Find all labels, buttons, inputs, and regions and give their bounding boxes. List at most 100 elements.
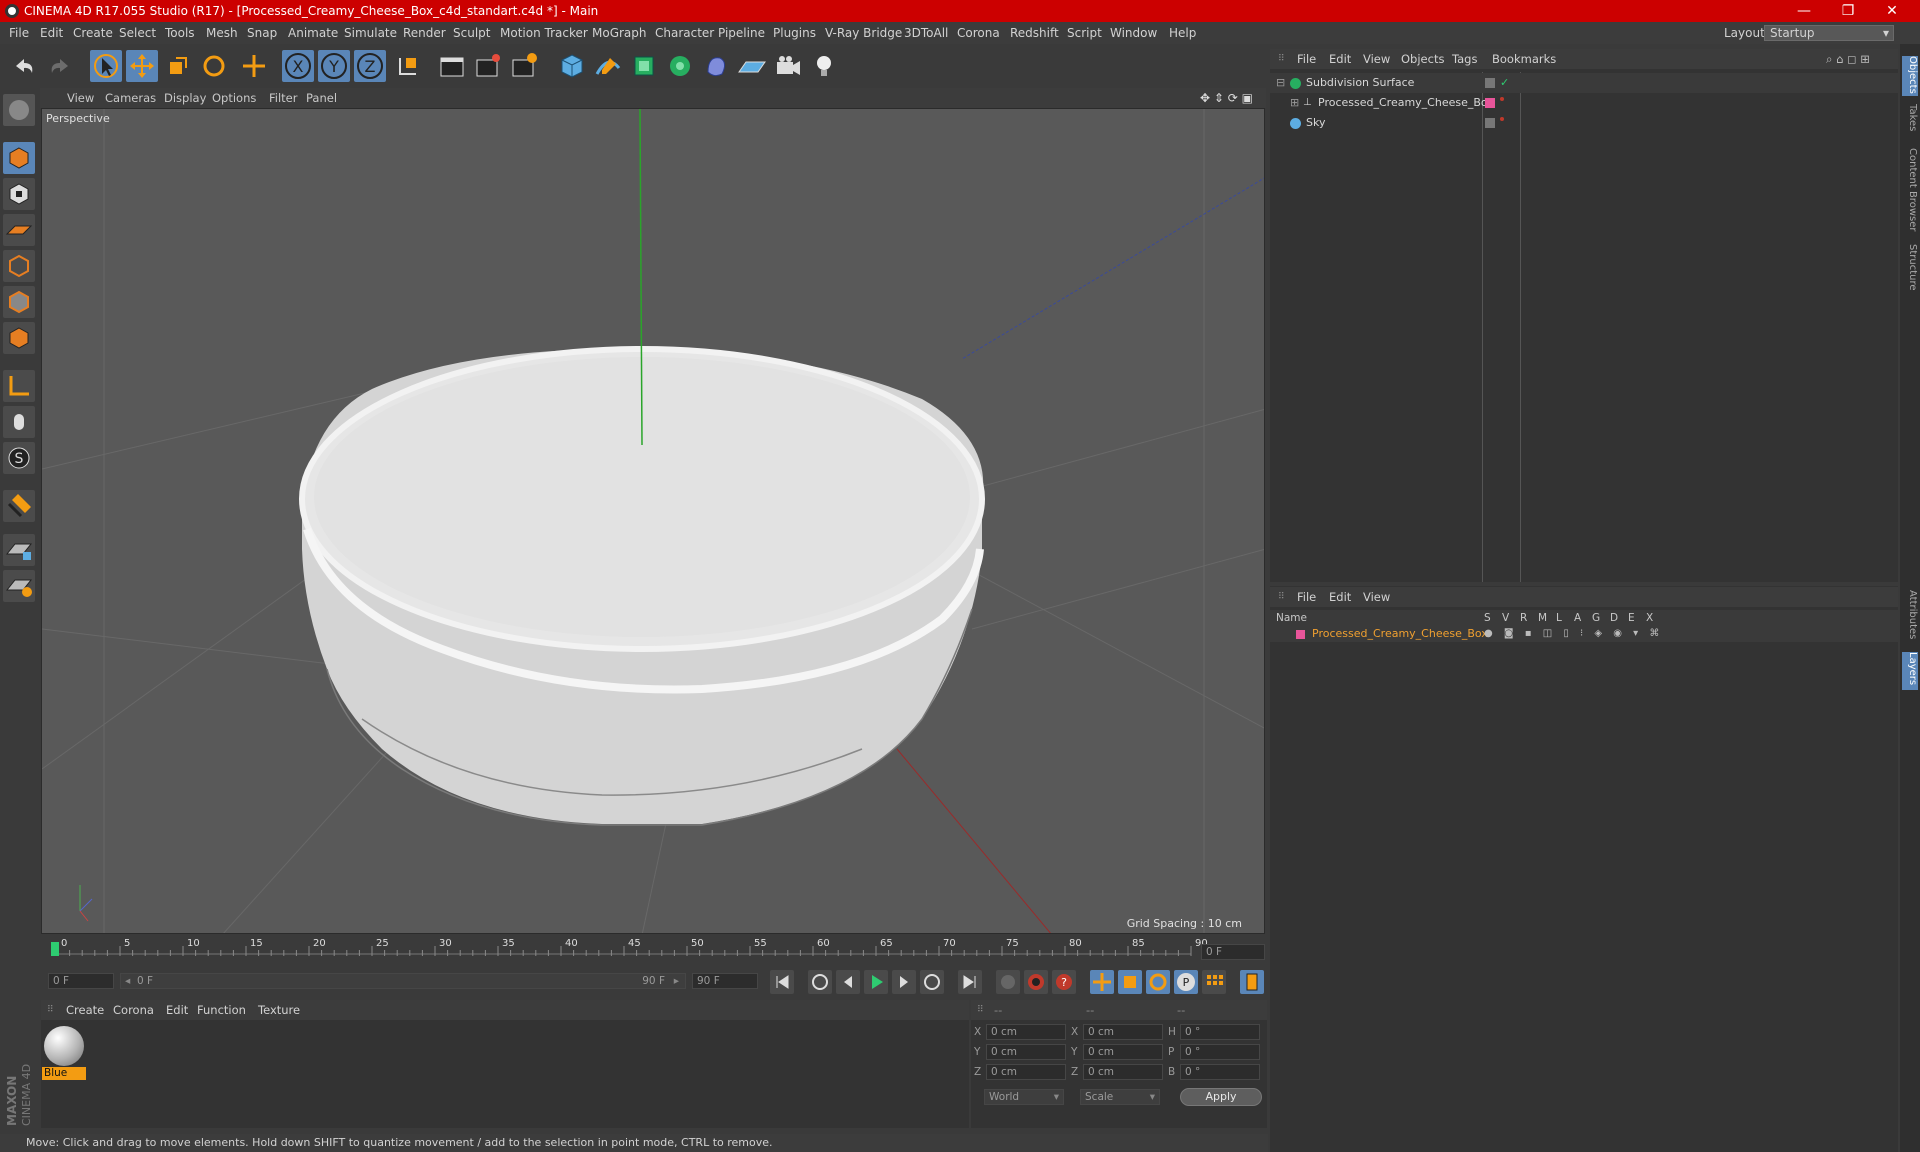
goto-start-button[interactable] [770,970,794,994]
texture-mode-button[interactable] [3,178,35,210]
coordinate-system-button[interactable] [392,50,424,82]
magnet-tool-button[interactable] [3,490,35,522]
play-button[interactable] [864,970,888,994]
menu-help[interactable]: Help [1169,22,1196,44]
viewport-menu-options[interactable]: Options [212,88,256,108]
snap-mode-button[interactable]: S [3,442,35,474]
menu-tools[interactable]: Tools [165,22,195,44]
scale-tool-button[interactable] [162,50,194,82]
col-deformers[interactable]: D [1610,610,1618,626]
editor-visibility-icon[interactable] [1485,78,1495,88]
coord-size-mode-select[interactable]: Scale ▾ [1080,1089,1160,1105]
menu-window[interactable]: Window [1110,22,1157,44]
record-keys-disabled-button[interactable] [996,970,1020,994]
move-tool-button[interactable] [126,50,158,82]
layout-select[interactable]: Startup ▾ [1764,25,1894,41]
layer-color-swatch[interactable] [1296,630,1305,639]
materials-menu-texture[interactable]: Texture [258,1000,300,1020]
layer-toggle-icons[interactable]: ● ◙ ▪ ◫ ▯ ⁝ ◈ ◉ ▾ ⌘ [1484,626,1663,642]
menu-motion-tracker[interactable]: Motion Tracker [500,22,588,44]
viewport-menu-filter[interactable]: Filter [269,88,297,108]
points-mode-button[interactable] [3,250,35,282]
materials-menu-edit[interactable]: Edit [166,1000,188,1020]
col-animation[interactable]: A [1574,610,1581,626]
layers-menu-file[interactable]: File [1297,587,1316,607]
redo-button[interactable] [44,50,76,82]
menu-3dtoall[interactable]: 3DToAll [904,22,948,44]
object-row-cheese-box[interactable]: ⊞ ⊥ Processed_Creamy_Cheese_Box [1270,93,1898,113]
viewport-menu-display[interactable]: Display [164,88,206,108]
materials-menu-create[interactable]: Create [66,1000,104,1020]
cube-primitive-button[interactable] [556,50,588,82]
tab-objects[interactable]: Objects [1902,56,1918,96]
end-frame-field[interactable]: 90 F [692,973,758,989]
menu-render[interactable]: Render [403,22,446,44]
editor-visibility-icon[interactable] [1485,118,1495,128]
tab-layers[interactable]: Layers [1902,652,1918,690]
minimize-button[interactable]: — [1782,0,1826,22]
render-picture-viewer-button[interactable] [472,50,504,82]
render-dot-icon[interactable] [1500,97,1504,101]
render-view-button[interactable] [436,50,468,82]
coord-mode-select[interactable]: World ▾ [984,1089,1064,1105]
render-dot-icon[interactable] [1500,117,1504,121]
next-key-button[interactable] [920,970,944,994]
mograph-cloner-button[interactable] [664,50,696,82]
key-position-button[interactable] [1090,970,1114,994]
viewport-menu-panel[interactable]: Panel [306,88,337,108]
transform-tool-button[interactable] [238,50,270,82]
menu-file[interactable]: File [9,22,29,44]
col-xref[interactable]: X [1646,610,1653,626]
select-tool-button[interactable] [90,50,122,82]
object-mode-button[interactable] [3,142,35,174]
materials-menu-corona[interactable]: Corona [113,1000,154,1020]
render-settings-button[interactable] [508,50,540,82]
tweak-mode-button[interactable] [3,406,35,438]
material-swatch[interactable]: Blue [42,1024,86,1080]
coord-rotation-field[interactable]: 0 ° [1180,1064,1260,1080]
workplane-mode-button[interactable] [3,214,35,246]
spline-pen-button[interactable] [592,50,624,82]
menu-animate[interactable]: Animate [288,22,338,44]
col-name[interactable]: Name [1276,610,1307,626]
col-manager[interactable]: M [1538,610,1547,626]
objects-menu-tags[interactable]: Tags [1452,49,1477,69]
viewport-nav-icons[interactable]: ✥ ⇕ ⟳ ▣ [1200,88,1253,108]
objects-menu-bookmarks[interactable]: Bookmarks [1492,49,1556,69]
materials-menu-function[interactable]: Function [197,1000,246,1020]
enabled-check-icon[interactable]: ✓ [1500,73,1509,93]
deformer-button[interactable] [700,50,732,82]
tab-content-browser[interactable]: Content Browser [1902,148,1918,231]
apply-button[interactable]: Apply [1180,1088,1262,1106]
timeline-ruler[interactable]: 051015202530354045505560657075808590 0 F [41,938,1267,964]
playhead[interactable] [51,942,59,956]
start-frame-field[interactable]: 0 F [48,973,114,989]
current-frame-field[interactable]: 0 F [1201,944,1265,960]
next-frame-button[interactable] [892,970,916,994]
tree-collapse-icon[interactable]: ⊟ [1276,73,1285,93]
menu-snap[interactable]: Snap [247,22,277,44]
menu-sculpt[interactable]: Sculpt [453,22,490,44]
key-pla-button[interactable] [1202,970,1226,994]
objects-menu-objects[interactable]: Objects [1401,49,1444,69]
object-row-subdivision-surface[interactable]: ⊟ Subdivision Surface ✓ [1270,73,1898,93]
objects-menu-file[interactable]: File [1297,49,1316,69]
coord-size-field[interactable]: 0 cm [1083,1024,1163,1040]
record-active-objects-button[interactable] [1024,970,1048,994]
model-mode-button[interactable] [3,94,35,126]
close-button[interactable]: ✕ [1870,0,1914,22]
menu-edit[interactable]: Edit [40,22,63,44]
key-scale-button[interactable] [1118,970,1142,994]
rotate-tool-button[interactable] [198,50,230,82]
viewport-menu-cameras[interactable]: Cameras [105,88,156,108]
objects-menu-edit[interactable]: Edit [1329,49,1351,69]
camera-button[interactable] [772,50,804,82]
col-expressions[interactable]: E [1628,610,1635,626]
layers-menu-view[interactable]: View [1363,587,1390,607]
frame-range-slider[interactable]: ◂ 0 F 90 F ▸ [120,973,686,989]
previous-frame-button[interactable] [836,970,860,994]
key-parameter-button[interactable]: P [1174,970,1198,994]
polygons-mode-button[interactable] [3,322,35,354]
tab-takes[interactable]: Takes [1902,104,1918,131]
menu-mograph[interactable]: MoGraph [592,22,647,44]
